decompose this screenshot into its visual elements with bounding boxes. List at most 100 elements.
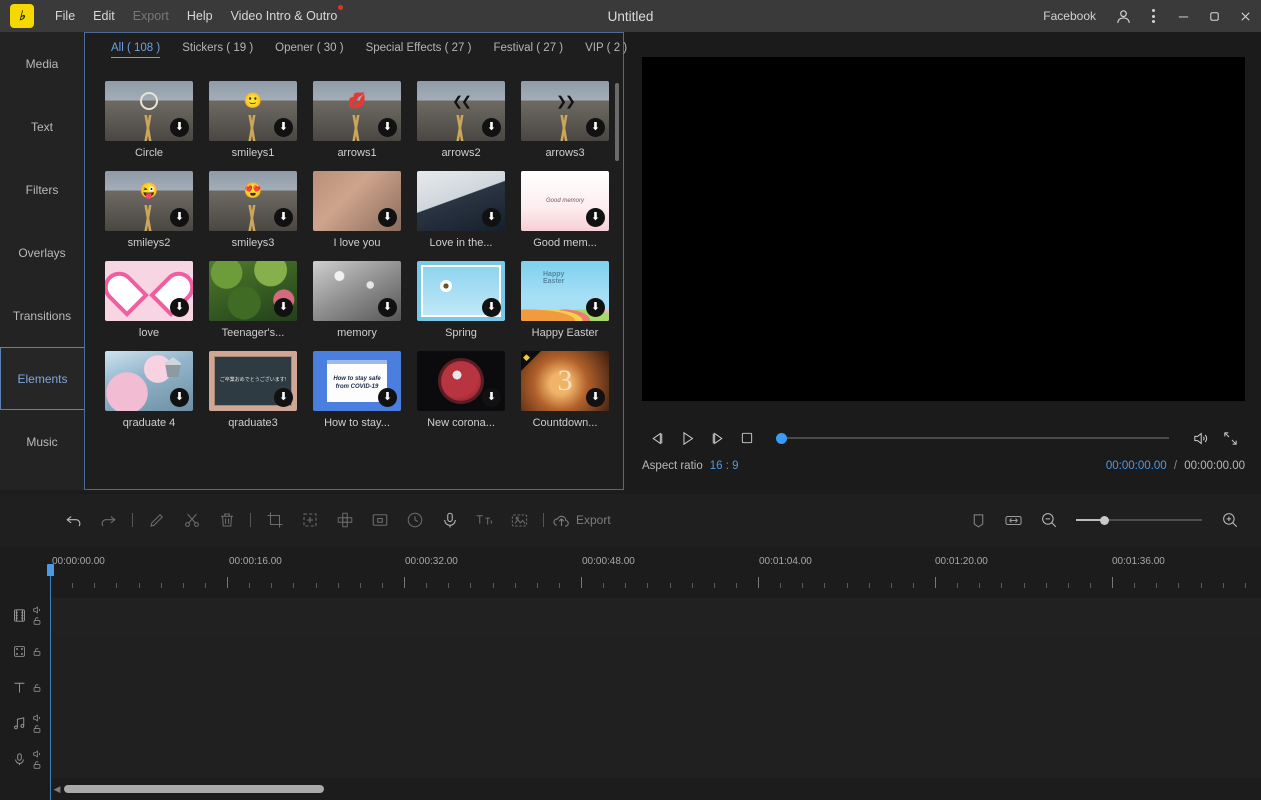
download-icon[interactable]: ⬇ (586, 388, 605, 407)
music-track-icon[interactable] (10, 715, 28, 732)
delete-trash-icon[interactable] (209, 503, 244, 537)
element-item[interactable]: ⬇ Circle (105, 81, 209, 159)
volume-icon[interactable] (1185, 425, 1215, 451)
zoom-handle[interactable] (1099, 515, 1109, 525)
download-icon[interactable]: ⬇ (378, 208, 397, 227)
category-tab-all[interactable]: All ( 108 ) (111, 42, 161, 58)
download-icon[interactable]: ⬇ (378, 388, 397, 407)
text-track-icon[interactable] (10, 679, 28, 696)
fit-to-window-icon[interactable] (996, 503, 1031, 537)
element-thumbnail[interactable]: 😍 ⬇ (209, 171, 297, 231)
element-item[interactable]: How to stay safe from COVID-19 ⬇ How to st… (313, 351, 417, 429)
track-lane[interactable] (50, 633, 1261, 670)
download-icon[interactable]: ⬇ (274, 298, 293, 317)
redo-icon[interactable] (91, 503, 126, 537)
timeline-ruler[interactable]: 00:00:00.00 00:00:16.00 00:00:32.00 00:00:4… (0, 556, 1261, 588)
track-lane[interactable] (50, 705, 1261, 742)
download-icon[interactable]: ⬇ (274, 118, 293, 137)
element-thumbnail[interactable]: ❮❮ ⬇ (417, 81, 505, 141)
element-thumbnail[interactable]: 💋 ⬇ (313, 81, 401, 141)
image-to-text-icon[interactable] (502, 503, 537, 537)
lock-icon[interactable] (32, 616, 42, 626)
menu-item-video-intro-outro[interactable]: Video Intro & Outro (222, 5, 347, 27)
download-icon[interactable]: ⬇ (482, 208, 501, 227)
track-lane[interactable] (50, 741, 1261, 778)
element-item[interactable]: ⬇ I love you (313, 171, 417, 249)
element-thumbnail[interactable]: ⬇ (209, 261, 297, 321)
sidebar-item-elements[interactable]: Elements (0, 347, 84, 410)
element-thumbnail[interactable]: ご卒業おめでとうございます! ⬇ (209, 351, 297, 411)
download-icon[interactable]: ⬇ (482, 118, 501, 137)
sidebar-item-overlays[interactable]: Overlays (0, 221, 84, 284)
element-item[interactable]: ご卒業おめでとうございます! ⬇ qraduate3 (209, 351, 313, 429)
next-frame-icon[interactable] (702, 425, 732, 451)
previous-frame-icon[interactable] (642, 425, 672, 451)
category-tab-festival[interactable]: Festival ( 27 ) (493, 42, 563, 58)
download-icon[interactable]: ⬇ (482, 388, 501, 407)
element-item[interactable]: ⬇ love (105, 261, 209, 339)
fullscreen-icon[interactable] (1215, 425, 1245, 451)
element-item[interactable]: 3 ◆ ⬇ Countdown... (521, 351, 623, 429)
sidebar-item-filters[interactable]: Filters (0, 158, 84, 221)
mosaic-icon[interactable] (327, 503, 362, 537)
element-thumbnail[interactable]: ⬇ (105, 81, 193, 141)
kebab-menu-icon[interactable] (1138, 0, 1168, 32)
element-thumbnail[interactable]: ⬇ (313, 261, 401, 321)
lock-icon[interactable] (32, 647, 42, 657)
panel-scrollbar-thumb[interactable] (615, 83, 619, 161)
element-item[interactable]: ❮❮ ⬇ arrows2 (417, 81, 521, 159)
timeline-track[interactable] (0, 633, 1261, 670)
menu-item-file[interactable]: File (46, 5, 84, 27)
voiceover-track-icon[interactable] (10, 751, 28, 768)
element-item[interactable]: ⬇ Spring (417, 261, 521, 339)
minimize-icon[interactable] (1168, 0, 1199, 32)
element-item[interactable]: 💋 ⬇ arrows1 (313, 81, 417, 159)
element-thumbnail[interactable]: ⬇ (417, 261, 505, 321)
scroll-left-icon[interactable]: ◀ (50, 784, 64, 795)
element-item[interactable]: 😍 ⬇ smileys3 (209, 171, 313, 249)
video-track-icon[interactable] (10, 607, 28, 624)
category-tab-vip[interactable]: VIP ( 2 ) (585, 42, 627, 58)
maximize-icon[interactable] (1199, 0, 1230, 32)
split-scissors-icon[interactable] (174, 503, 209, 537)
video-canvas[interactable] (642, 57, 1245, 401)
download-icon[interactable]: ⬇ (274, 208, 293, 227)
close-icon[interactable] (1230, 0, 1261, 32)
playhead-knob[interactable] (47, 564, 54, 576)
element-thumbnail[interactable]: 3 ◆ ⬇ (521, 351, 609, 411)
lock-icon[interactable] (32, 724, 42, 734)
download-icon[interactable]: ⬇ (586, 208, 605, 227)
timeline-horizontal-scrollbar[interactable]: ◀ (50, 782, 1255, 796)
download-icon[interactable]: ⬇ (586, 298, 605, 317)
element-thumbnail[interactable]: 🙂 ⬇ (209, 81, 297, 141)
element-thumbnail[interactable]: ⬇ (417, 351, 505, 411)
pip-icon[interactable] (362, 503, 397, 537)
marker-icon[interactable] (961, 503, 996, 537)
element-thumbnail[interactable]: Happy Easter ⬇ (521, 261, 609, 321)
timeline-track[interactable] (0, 597, 1261, 634)
text-to-speech-icon[interactable] (467, 503, 502, 537)
element-item[interactable]: ⬇ Love in the... (417, 171, 521, 249)
zoom-in-icon[interactable] (1212, 503, 1247, 537)
element-thumbnail[interactable]: ⬇ (105, 351, 193, 411)
hscroll-track[interactable] (64, 785, 1255, 793)
download-icon[interactable]: ⬇ (170, 388, 189, 407)
export-button[interactable]: Export (552, 511, 611, 530)
download-icon[interactable]: ⬇ (170, 208, 189, 227)
voiceover-mic-icon[interactable] (432, 503, 467, 537)
sidebar-item-media[interactable]: Media (0, 32, 84, 95)
element-thumbnail[interactable]: 😜 ⬇ (105, 171, 193, 231)
download-icon[interactable]: ⬇ (482, 298, 501, 317)
seek-slider[interactable] (776, 432, 1169, 444)
panel-vertical-scrollbar[interactable] (614, 81, 620, 481)
lock-icon[interactable] (32, 683, 42, 693)
element-thumbnail[interactable]: ⬇ (417, 171, 505, 231)
sidebar-item-music[interactable]: Music (0, 410, 84, 473)
element-item[interactable]: ❯❯ ⬇ arrows3 (521, 81, 623, 159)
element-item[interactable]: ⬇ New corona... (417, 351, 521, 429)
menu-item-help[interactable]: Help (178, 5, 222, 27)
speaker-icon[interactable] (32, 713, 42, 723)
user-icon[interactable] (1108, 0, 1138, 32)
element-item[interactable]: ⬇ Teenager's... (209, 261, 313, 339)
keyframe-add-icon[interactable] (292, 503, 327, 537)
